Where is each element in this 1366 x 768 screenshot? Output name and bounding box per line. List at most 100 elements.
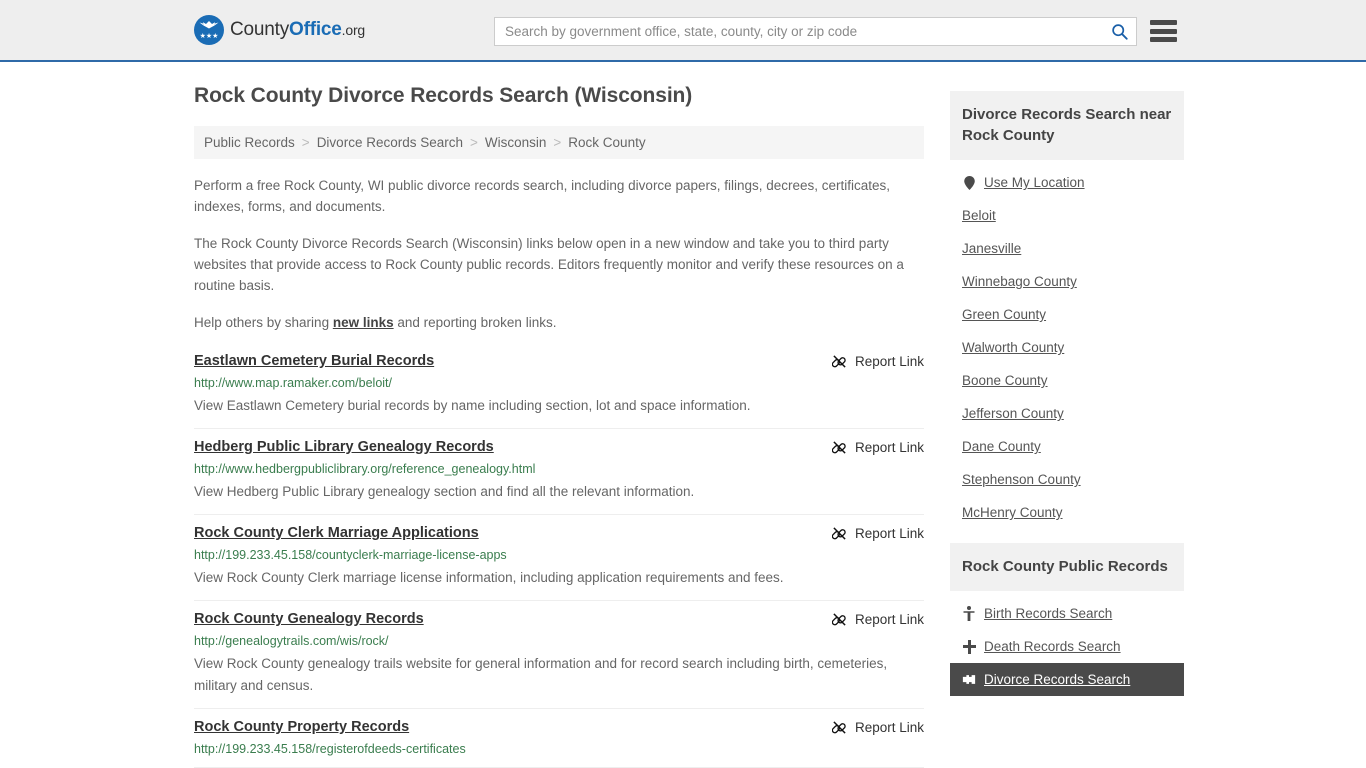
hamburger-bar-1 xyxy=(1150,20,1177,25)
result-description: View Hedberg Public Library genealogy se… xyxy=(194,484,695,499)
result-header: Eastlawn Cemetery Burial Records Report L… xyxy=(194,353,924,369)
baby-icon xyxy=(962,606,976,621)
sidebar-nearby-item[interactable]: Boone County xyxy=(950,364,1184,397)
broken-link-icon xyxy=(831,527,846,540)
search-button[interactable] xyxy=(1102,18,1136,45)
baby-icon xyxy=(963,606,975,621)
sidebar-nearby-link[interactable]: Beloit xyxy=(962,208,996,223)
sidebar-public-records-link[interactable]: Birth Records Search xyxy=(984,606,1112,621)
sidebar-public-records-item[interactable]: Death Records Search xyxy=(950,630,1184,663)
report-link-button[interactable]: Report Link xyxy=(831,525,924,541)
new-links-link[interactable]: new links xyxy=(333,315,394,330)
intro-paragraph-3: Help others by sharing new links and rep… xyxy=(194,312,924,333)
search-icon xyxy=(1111,24,1128,40)
report-link-label: Report Link xyxy=(854,612,924,627)
result-title-link[interactable]: Rock County Clerk Marriage Applications xyxy=(194,525,479,541)
report-link-button[interactable]: Report Link xyxy=(831,439,924,455)
result-title-link[interactable]: Rock County Genealogy Records xyxy=(194,611,424,627)
result-item: Rock County Genealogy Records Report Link… xyxy=(194,601,924,709)
breadcrumb: Public Records > Divorce Records Search … xyxy=(194,126,924,159)
sidebar-nearby-item[interactable]: Dane County xyxy=(950,430,1184,463)
report-link-button[interactable]: Report Link xyxy=(831,353,924,369)
breadcrumb-item-3[interactable]: Rock County xyxy=(568,135,645,150)
eagle-glyph xyxy=(199,21,219,29)
result-header: Rock County Clerk Marriage Applications R… xyxy=(194,525,924,541)
breadcrumb-item-2[interactable]: Wisconsin xyxy=(485,135,547,150)
hamburger-menu-icon[interactable] xyxy=(1150,20,1177,42)
report-link-button[interactable]: Report Link xyxy=(831,611,924,627)
sidebar-nearby-box: Divorce Records Search near Rock County … xyxy=(950,91,1184,529)
sidebar-public-records-link[interactable]: Divorce Records Search xyxy=(984,672,1130,687)
sidebar-nearby-item[interactable]: Green County xyxy=(950,298,1184,331)
report-link-label: Report Link xyxy=(854,440,924,455)
results-list: Eastlawn Cemetery Burial Records Report L… xyxy=(194,349,924,768)
result-item: Rock County Property Records Report Link h… xyxy=(194,709,924,768)
result-url: http://genealogytrails.com/wis/rock/ xyxy=(194,634,389,648)
sidebar-public-records-box: Rock County Public Records Birth Records… xyxy=(950,543,1184,696)
broken-link-icon xyxy=(831,441,846,454)
sidebar-nearby-link[interactable]: Use My Location xyxy=(984,175,1085,190)
sidebar-nearby-link[interactable]: Dane County xyxy=(962,439,1041,454)
result-description: View Rock County Clerk marriage license … xyxy=(194,570,784,585)
breadcrumb-item-0[interactable]: Public Records xyxy=(204,135,295,150)
result-item: Eastlawn Cemetery Burial Records Report L… xyxy=(194,349,924,429)
broken-heart-icon xyxy=(962,674,976,685)
result-title-link[interactable]: Hedberg Public Library Genealogy Records xyxy=(194,439,494,455)
result-title-link[interactable]: Rock County Property Records xyxy=(194,719,409,735)
site-logo[interactable]: ★★★ CountyOffice.org xyxy=(194,15,365,45)
result-description: View Eastlawn Cemetery burial records by… xyxy=(194,398,751,413)
cross-icon xyxy=(962,639,976,654)
sidebar-nearby-link[interactable]: Green County xyxy=(962,307,1046,322)
result-item: Hedberg Public Library Genealogy Records… xyxy=(194,429,924,515)
sidebar-nearby-item[interactable]: Jefferson County xyxy=(950,397,1184,430)
broken-link-icon xyxy=(831,613,846,626)
sidebar-nearby-item[interactable]: Walworth County xyxy=(950,331,1184,364)
intro-paragraph-1: Perform a free Rock County, WI public di… xyxy=(194,178,891,214)
result-url: http://www.hedbergpubliclibrary.org/refe… xyxy=(194,462,536,476)
sidebar-public-records-link[interactable]: Death Records Search xyxy=(984,639,1121,654)
sidebar-nearby-link[interactable]: Boone County xyxy=(962,373,1048,388)
sidebar-nearby-item[interactable]: Beloit xyxy=(950,199,1184,232)
broken-heart-icon xyxy=(962,675,976,684)
result-header: Rock County Genealogy Records Report Link xyxy=(194,611,924,627)
sidebar-nearby-item[interactable]: Winnebago County xyxy=(950,265,1184,298)
sidebar-nearby-item[interactable]: Use My Location xyxy=(950,166,1184,199)
sidebar-nearby-link[interactable]: Stephenson County xyxy=(962,472,1081,487)
sidebar-public-records-item[interactable]: Birth Records Search xyxy=(950,597,1184,630)
breadcrumb-separator: > xyxy=(553,135,562,150)
result-header: Rock County Property Records Report Link xyxy=(194,719,924,735)
intro-p3-before: Help others by sharing xyxy=(194,315,333,330)
search-input[interactable] xyxy=(495,18,1102,45)
sidebar-nearby-link[interactable]: Jefferson County xyxy=(962,406,1064,421)
sidebar-nearby-link[interactable]: Walworth County xyxy=(962,340,1064,355)
hamburger-bar-2 xyxy=(1150,28,1177,34)
logo-text-part3: .org xyxy=(341,22,366,38)
sidebar-nearby-heading: Divorce Records Search near Rock County xyxy=(950,91,1184,160)
stars-glyph: ★★★ xyxy=(199,33,219,40)
sidebar-nearby-item[interactable]: Janesville xyxy=(950,232,1184,265)
intro-text: Perform a free Rock County, WI public di… xyxy=(194,175,924,333)
page-title: Rock County Divorce Records Search (Wisc… xyxy=(194,84,693,107)
sidebar-nearby-link[interactable]: Winnebago County xyxy=(962,274,1077,289)
breadcrumb-item-1[interactable]: Divorce Records Search xyxy=(317,135,463,150)
sidebar-public-records-heading: Rock County Public Records xyxy=(950,543,1184,591)
sidebar-nearby-item[interactable]: Stephenson County xyxy=(950,463,1184,496)
sidebar-nearby-link[interactable]: Janesville xyxy=(962,241,1021,256)
result-title-link[interactable]: Eastlawn Cemetery Burial Records xyxy=(194,353,434,369)
report-link-label: Report Link xyxy=(854,354,924,369)
report-link-label: Report Link xyxy=(854,526,924,541)
broken-link-icon xyxy=(831,355,846,368)
logo-text-part1: County xyxy=(230,19,290,40)
intro-paragraph-2: The Rock County Divorce Records Search (… xyxy=(194,236,904,293)
sidebar-nearby-item[interactable]: McHenry County xyxy=(950,496,1184,529)
sidebar-nearby-link[interactable]: McHenry County xyxy=(962,505,1063,520)
sidebar-public-records-list: Birth Records Search Death Records Search… xyxy=(950,591,1184,696)
intro-p3-after: and reporting broken links. xyxy=(393,315,557,330)
search-bar[interactable] xyxy=(494,17,1137,46)
map-pin-icon xyxy=(962,175,976,190)
report-link-button[interactable]: Report Link xyxy=(831,719,924,735)
sidebar-public-records-item[interactable]: Divorce Records Search xyxy=(950,663,1184,696)
result-description: View Rock County genealogy trails websit… xyxy=(194,656,888,693)
report-link-label: Report Link xyxy=(854,720,924,735)
broken-link-icon xyxy=(831,721,846,734)
